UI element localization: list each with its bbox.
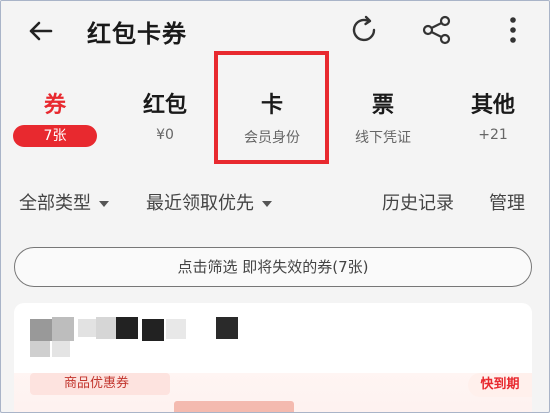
type-filter-label: 全部类型 <box>19 193 91 214</box>
coupon-card[interactable]: 商品优惠券 快到期 <box>14 303 532 412</box>
sort-label: 最近领取优先 <box>146 193 254 214</box>
expiring-soon-tag: 快到期 <box>468 373 532 397</box>
tab-label: 票 <box>371 93 394 118</box>
highlight-box <box>214 51 329 164</box>
sort-dropdown[interactable]: 最近领取优先 <box>146 189 272 215</box>
tab-tickets[interactable]: 票 线下凭证 <box>337 79 429 159</box>
tab-red-packets[interactable]: 红包 ¥0 <box>119 79 211 159</box>
tab-sub: +21 <box>478 127 508 143</box>
manage-link[interactable]: 管理 <box>489 189 525 215</box>
arrow-left-icon[interactable] <box>23 13 59 49</box>
tab-sub: 线下凭证 <box>355 130 411 146</box>
tab-label: 券 <box>43 93 66 118</box>
share-icon[interactable] <box>419 12 455 48</box>
tab-coupons[interactable]: 券 7张 <box>11 79 99 159</box>
history-link[interactable]: 历史记录 <box>382 189 454 215</box>
refresh-icon[interactable] <box>346 12 382 48</box>
coupon-type-tag: 商品优惠券 <box>30 373 170 395</box>
caret-down-icon <box>262 201 272 207</box>
caret-down-icon <box>99 201 109 207</box>
tab-others[interactable]: 其他 +21 <box>447 79 539 159</box>
page-title: 红包卡券 <box>87 20 187 48</box>
expiring-filter-button[interactable]: 点击筛选 即将失效的券(7张) <box>14 247 532 287</box>
tab-sub: ¥0 <box>156 127 174 143</box>
tab-label: 红包 <box>142 93 187 118</box>
more-vertical-icon[interactable] <box>498 12 528 48</box>
filter-bar: 全部类型 最近领取优先 历史记录 管理 <box>1 181 549 221</box>
app-screen: 红包卡券 券 7张 红包 ¥0 卡 会员身份 票 线下凭证 其他 +21 全部类… <box>0 0 550 413</box>
coupon-amount-cropped <box>174 401 294 412</box>
type-filter-dropdown[interactable]: 全部类型 <box>19 189 109 215</box>
tab-label: 其他 <box>470 93 515 118</box>
coupon-count-badge: 7张 <box>13 125 97 147</box>
